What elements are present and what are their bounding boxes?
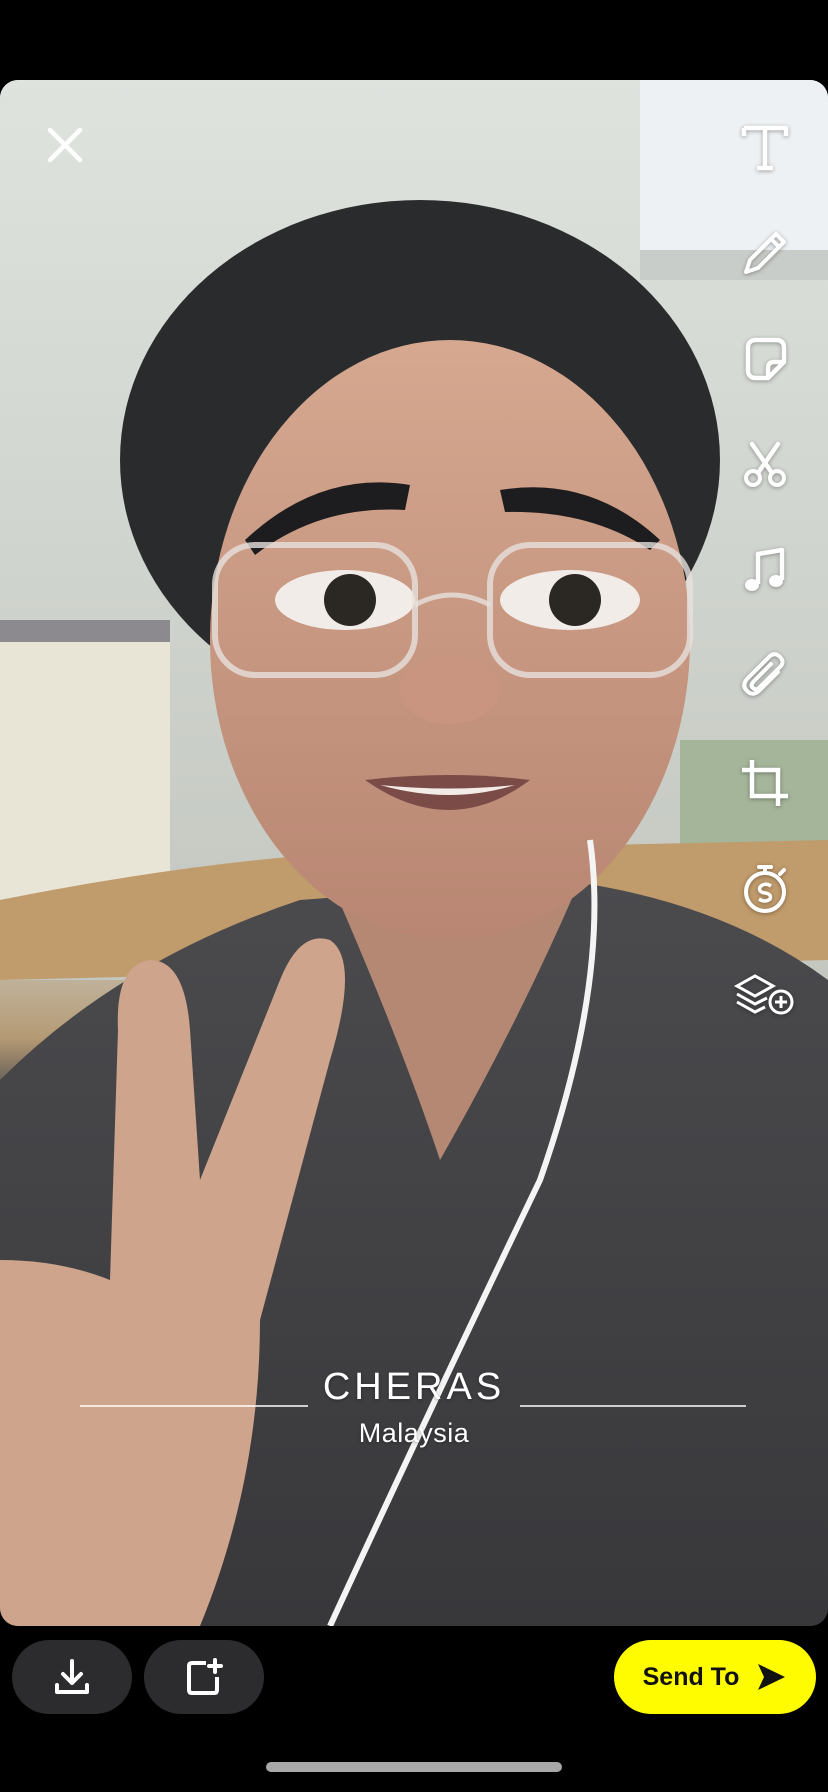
draw-tool-button[interactable] [730, 218, 800, 288]
timer-icon [744, 865, 786, 913]
add-story-icon [187, 1658, 223, 1695]
scissors-icon [744, 441, 786, 487]
download-icon [55, 1659, 89, 1694]
save-button[interactable] [12, 1640, 132, 1714]
attachment-tool-button[interactable] [730, 642, 800, 712]
sticker-icon [745, 337, 787, 381]
close-icon [47, 127, 83, 163]
geofilter-country: Malaysia [358, 1418, 470, 1448]
send-to-button[interactable]: Send To [614, 1640, 816, 1714]
timer-tool-button[interactable] [730, 854, 800, 924]
text-tool-button[interactable] [730, 112, 800, 182]
scissors-tool-button[interactable] [730, 430, 800, 500]
crop-tool-button[interactable] [730, 748, 800, 818]
home-indicator [266, 1762, 562, 1772]
paperclip-icon [742, 652, 785, 696]
send-arrow-icon [758, 1664, 786, 1690]
crop-icon [742, 760, 788, 806]
music-icon [745, 547, 785, 591]
geofilter-city: CHERAS [322, 1366, 506, 1408]
layers-add-icon [733, 974, 794, 1015]
edit-toolbar [720, 112, 810, 1066]
music-tool-button[interactable] [730, 536, 800, 606]
location-geofilter: CHERAS Malaysia [0, 1360, 828, 1448]
geofilter-line-right [520, 1405, 746, 1407]
text-icon [741, 125, 789, 171]
sticker-tool-button[interactable] [730, 324, 800, 394]
close-button[interactable] [38, 118, 92, 172]
layers-add-tool-button[interactable] [730, 960, 800, 1030]
add-to-story-button[interactable] [144, 1640, 264, 1714]
pencil-icon [744, 232, 786, 274]
send-to-label: Send To [642, 1662, 740, 1691]
